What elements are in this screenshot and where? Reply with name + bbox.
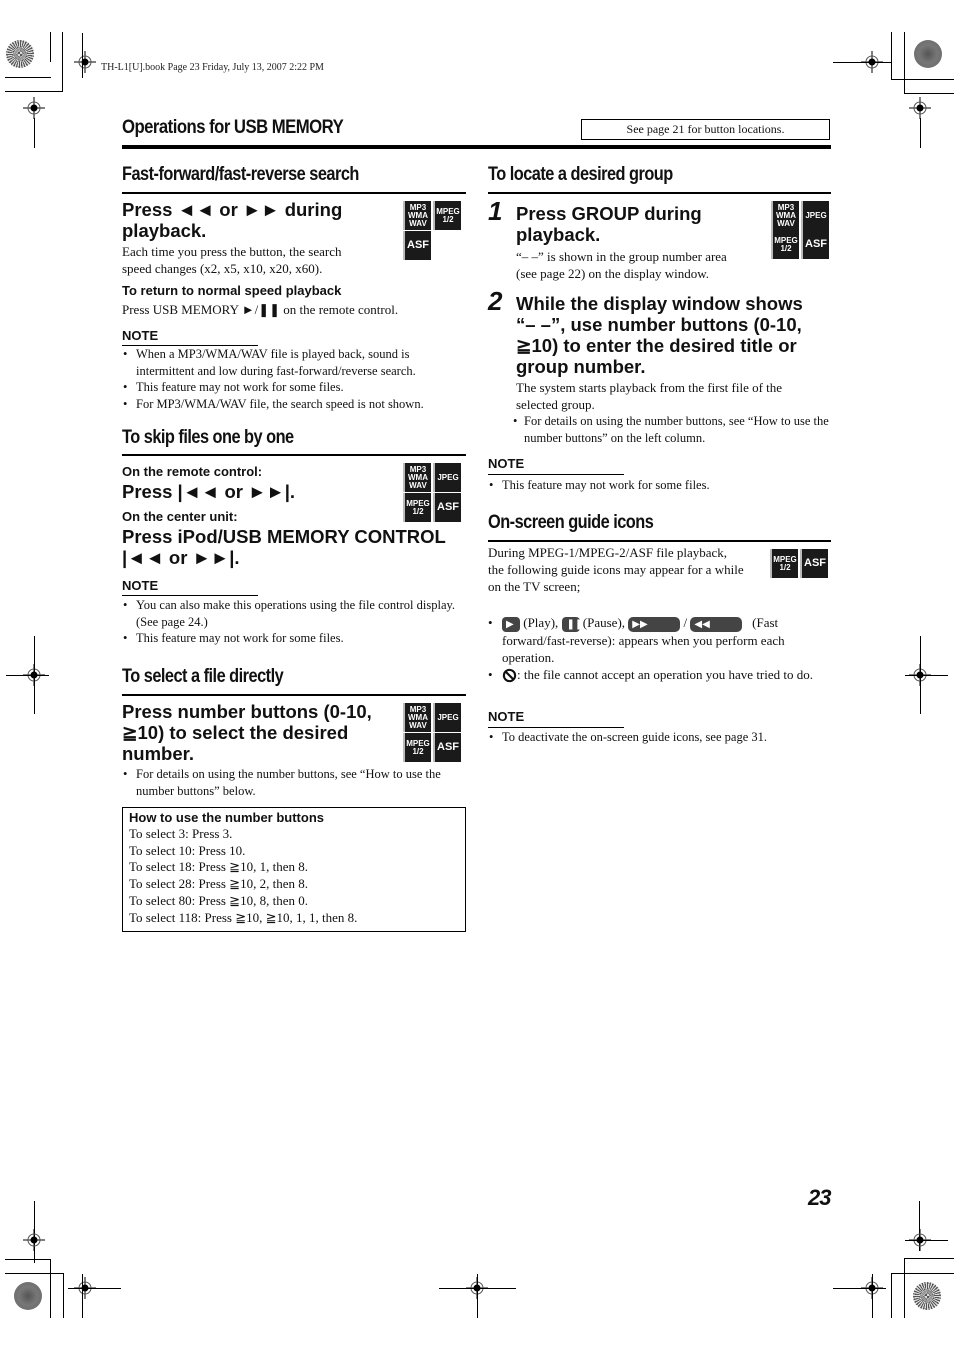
note-label: NOTE (122, 578, 159, 593)
heading-on-screen-guide-icons: On-screen guide icons (488, 512, 654, 533)
note-item: To deactivate the on-screen guide icons,… (488, 729, 831, 746)
guide-notes: To deactivate the on-screen guide icons,… (488, 729, 831, 746)
how-to-row: To select 18: Press ≧10, 1, then 8. (129, 859, 308, 875)
note-item: This feature may not work for some files… (122, 630, 462, 647)
heading-rule (122, 454, 466, 456)
guide-icon-item: • : the file cannot accept an operation … (488, 666, 813, 683)
how-to-row: To select 10: Press 10. (129, 842, 246, 858)
asf-badge: ASF (433, 733, 461, 762)
step2-instruction: While the display window shows “– –”, us… (516, 293, 803, 377)
color-rosette-icon (913, 1282, 941, 1310)
button-locations-note: See page 21 for button locations. (581, 119, 830, 140)
normal-speed-label: To return to normal speed playback (122, 283, 342, 298)
note-item: When a MP3/WMA/WAV file is played back, … (122, 346, 466, 379)
ff-instruction-line: Press ◄◄ or ►► during (122, 199, 343, 220)
bullet-item: For details on using the number buttons,… (512, 413, 832, 446)
direct-instruction: Press number buttons (0-10, ≧10) to sele… (122, 701, 372, 764)
registration-mark-icon (74, 51, 96, 73)
asf-badge: ASF (801, 230, 829, 259)
center-unit-label: On the center unit: (122, 509, 238, 524)
step1-description: “– –” is shown in the group number area … (516, 249, 727, 281)
heading-rule (122, 192, 466, 194)
how-to-row: To select 3: Press 3. (129, 826, 233, 841)
how-to-row: To select 28: Press ≧10, 2, then 8. (129, 876, 308, 892)
direct-bullets: For details on using the number buttons,… (122, 766, 466, 799)
note-item: You can also make this operations using … (122, 597, 462, 630)
guide-description: During MPEG-1/MPEG-2/ASF file playback, … (488, 545, 744, 594)
heading-rule (488, 192, 831, 194)
note-label: NOTE (488, 456, 525, 471)
play-icon: ▶ (502, 616, 520, 632)
note-rule (122, 595, 258, 596)
how-to-title: How to use the number buttons (129, 810, 324, 825)
asf-badge: ASF (800, 549, 828, 578)
jpeg-badge: JPEG (433, 463, 461, 492)
note-item: This feature may not work for some files… (122, 379, 466, 396)
mpeg-badge: MPEG 1/2 (770, 549, 798, 578)
jpeg-badge: JPEG (801, 201, 829, 230)
registration-mark-icon (909, 97, 931, 119)
heading-rule (488, 540, 831, 542)
note-rule (488, 727, 624, 728)
color-rosette-icon (14, 1282, 42, 1310)
color-rosette-icon (914, 40, 942, 68)
step1-instruction: Press GROUP during playback. (516, 203, 702, 245)
step-number: 2 (488, 286, 503, 316)
skip-notes: You can also make this operations using … (122, 597, 462, 647)
jpeg-badge: JPEG (433, 703, 461, 732)
guide-icon-list: • ▶ (Play), ❚❚ (Pause), ▶▶ / ◀◀ (Fast fo… (488, 614, 833, 683)
fast-forward-icon: ▶▶ (628, 616, 681, 632)
mp3-wma-wav-badge: MP3 WMA WAV (403, 703, 431, 732)
asf-badge: ASF (433, 493, 461, 522)
how-to-number-buttons-box: How to use the number buttons To select … (122, 807, 466, 932)
fast-reverse-icon: ◀◀ (690, 616, 743, 632)
note-item: This feature may not work for some files… (488, 477, 831, 494)
remote-control-label: On the remote control: (122, 464, 263, 479)
remote-instruction: Press |◄◄ or ►►|. (122, 481, 296, 502)
mpeg-badge: MPEG 1/2 (771, 230, 799, 259)
page-number: 23 (808, 1185, 832, 1210)
heading-locate-group: To locate a desired group (488, 164, 673, 185)
how-to-row: To select 80: Press ≧10, 8, then 0. (129, 892, 308, 908)
group-notes: This feature may not work for some files… (488, 477, 831, 494)
note-rule (488, 474, 624, 475)
registration-mark-icon (23, 97, 45, 119)
heading-skip-files: To skip files one by one (122, 427, 294, 448)
mp3-wma-wav-badge: MP3 WMA WAV (403, 201, 431, 230)
bullet-item: For details on using the number buttons,… (122, 766, 466, 799)
header-rule (122, 145, 831, 149)
note-label: NOTE (488, 709, 525, 724)
color-rosette-icon (6, 40, 34, 68)
print-header: TH-L1[U].book Page 23 Friday, July 13, 2… (101, 62, 324, 73)
heading-rule (122, 694, 466, 696)
mp3-wma-wav-badge: MP3 WMA WAV (771, 201, 799, 230)
mpeg-badge: MPEG 1/2 (433, 201, 461, 230)
pause-icon: ❚❚ (561, 616, 583, 632)
how-to-row: To select 118: Press ≧10, ≧10, 1, 1, the… (129, 909, 358, 925)
mpeg-badge: MPEG 1/2 (403, 733, 431, 762)
prohibited-icon (502, 668, 517, 683)
step2-bullets: For details on using the number buttons,… (512, 413, 832, 446)
ff-notes: When a MP3/WMA/WAV file is played back, … (122, 346, 466, 412)
heading-select-file-directly: To select a file directly (122, 666, 284, 687)
section-title: Operations for USB MEMORY (122, 117, 344, 138)
mp3-wma-wav-badge: MP3 WMA WAV (403, 463, 431, 492)
step-number: 1 (488, 196, 503, 226)
note-item: For MP3/WMA/WAV file, the search speed i… (122, 396, 466, 413)
normal-speed-text: Press USB MEMORY ►/❚❚ on the remote cont… (122, 302, 399, 317)
step2-description: The system starts playback from the firs… (516, 380, 783, 412)
heading-fast-forward-search: Fast-forward/fast-reverse search (122, 164, 359, 185)
unit-instruction: Press iPod/USB MEMORY CONTROL |◄◄ or ►►|… (122, 526, 446, 568)
note-label: NOTE (122, 328, 159, 343)
guide-icon-item: • ▶ (Play), ❚❚ (Pause), ▶▶ / ◀◀ (Fast fo… (488, 615, 785, 665)
mpeg-badge: MPEG 1/2 (403, 493, 431, 522)
ff-instruction-line: playback. (122, 220, 207, 241)
asf-badge: ASF (403, 231, 431, 260)
ff-instruction: Press ◄◄ or ►► during playback. (122, 199, 342, 241)
ff-description: Each time you press the button, the sear… (122, 244, 342, 276)
registration-mark-icon (23, 1229, 45, 1251)
